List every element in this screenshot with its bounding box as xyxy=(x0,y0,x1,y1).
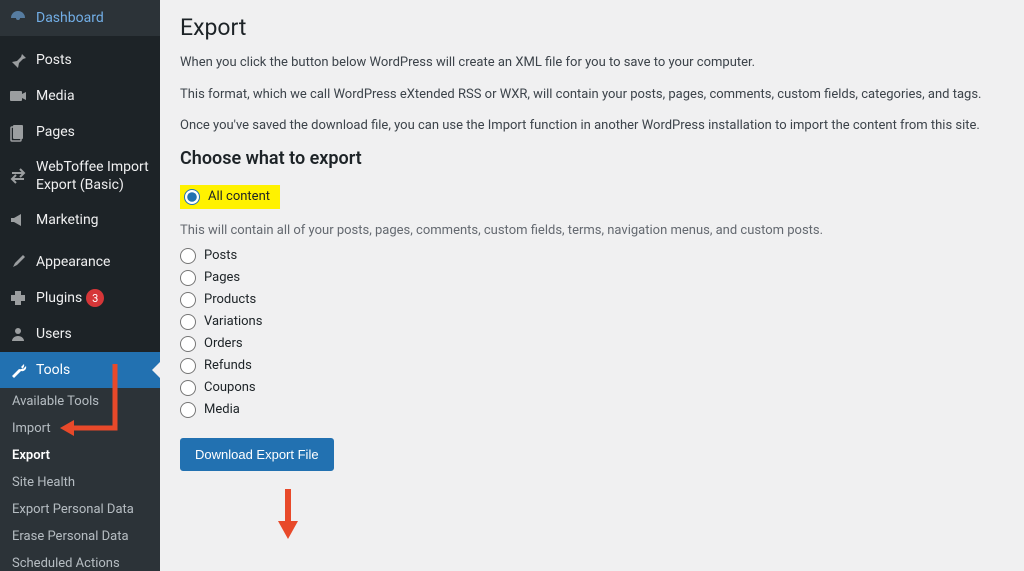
intro-paragraph: This format, which we call WordPress eXt… xyxy=(180,85,1004,105)
sidebar-item-plugins[interactable]: Plugins 3 xyxy=(0,280,160,316)
users-icon xyxy=(8,324,28,344)
pin-icon xyxy=(8,50,28,70)
radio-label[interactable]: Coupons xyxy=(204,380,256,395)
sidebar-item-appearance[interactable]: Appearance xyxy=(0,244,160,280)
megaphone-icon xyxy=(8,210,28,230)
submenu-import[interactable]: Import xyxy=(0,415,160,442)
radio-label[interactable]: Media xyxy=(204,402,240,417)
radio-label[interactable]: Orders xyxy=(204,336,243,351)
import-export-icon xyxy=(8,166,28,186)
download-export-file-button[interactable]: Download Export File xyxy=(180,438,334,471)
sidebar-item-label: Media xyxy=(36,88,75,104)
sidebar-item-dashboard[interactable]: Dashboard xyxy=(0,0,160,36)
radio-variations[interactable] xyxy=(180,314,196,330)
media-icon xyxy=(8,86,28,106)
export-option-pages[interactable]: Pages xyxy=(180,270,1004,286)
sidebar-item-label: Appearance xyxy=(36,254,110,270)
sidebar-item-label: Posts xyxy=(36,52,72,68)
brush-icon xyxy=(8,252,28,272)
radio-orders[interactable] xyxy=(180,336,196,352)
radio-pages[interactable] xyxy=(180,270,196,286)
sidebar-item-label: Plugins xyxy=(36,290,82,306)
admin-sidebar: Dashboard Posts Media Pages WebToffee Im… xyxy=(0,0,160,571)
export-option-media[interactable]: Media xyxy=(180,402,1004,418)
export-option-coupons[interactable]: Coupons xyxy=(180,380,1004,396)
sidebar-item-label: Marketing xyxy=(36,212,99,228)
submenu-export[interactable]: Export xyxy=(0,442,160,469)
sidebar-item-webtoffee[interactable]: WebToffee Import Export (Basic) xyxy=(0,150,160,202)
sidebar-item-media[interactable]: Media xyxy=(0,78,160,114)
plugin-icon xyxy=(8,288,28,308)
radio-label[interactable]: All content xyxy=(208,189,270,204)
radio-label[interactable]: Posts xyxy=(204,248,237,263)
sidebar-item-users[interactable]: Users xyxy=(0,316,160,352)
radio-products[interactable] xyxy=(180,292,196,308)
export-option-orders[interactable]: Orders xyxy=(180,336,1004,352)
sidebar-item-label: WebToffee Import Export (Basic) xyxy=(36,158,152,194)
export-option-refunds[interactable]: Refunds xyxy=(180,358,1004,374)
submenu-export-personal-data[interactable]: Export Personal Data xyxy=(0,496,160,523)
export-option-products[interactable]: Products xyxy=(180,292,1004,308)
dashboard-icon xyxy=(8,8,28,28)
sidebar-item-label: Pages xyxy=(36,124,75,140)
submenu-erase-personal-data[interactable]: Erase Personal Data xyxy=(0,523,160,550)
sidebar-item-label: Dashboard xyxy=(36,10,104,26)
pages-icon xyxy=(8,122,28,142)
all-content-description: This will contain all of your posts, pag… xyxy=(180,223,1004,238)
choose-heading: Choose what to export xyxy=(180,148,1004,169)
radio-refunds[interactable] xyxy=(180,358,196,374)
sidebar-item-label: Tools xyxy=(36,362,70,378)
radio-label[interactable]: Products xyxy=(204,292,256,307)
submenu-available-tools[interactable]: Available Tools xyxy=(0,388,160,415)
export-option-all-content[interactable]: All content xyxy=(180,185,280,209)
radio-label[interactable]: Variations xyxy=(204,314,262,329)
sidebar-item-label: Users xyxy=(36,326,72,342)
radio-all-content[interactable] xyxy=(184,189,200,205)
plugins-update-badge: 3 xyxy=(86,289,104,307)
tools-submenu: Available Tools Import Export Site Healt… xyxy=(0,388,160,571)
export-option-posts[interactable]: Posts xyxy=(180,248,1004,264)
wrench-icon xyxy=(8,360,28,380)
radio-media[interactable] xyxy=(180,402,196,418)
submenu-scheduled-actions[interactable]: Scheduled Actions xyxy=(0,550,160,571)
submenu-site-health[interactable]: Site Health xyxy=(0,469,160,496)
page-title: Export xyxy=(180,14,1004,41)
sidebar-item-pages[interactable]: Pages xyxy=(0,114,160,150)
sidebar-item-posts[interactable]: Posts xyxy=(0,42,160,78)
main-content: Export When you click the button below W… xyxy=(160,0,1024,571)
intro-paragraph: Once you've saved the download file, you… xyxy=(180,116,1004,136)
export-option-variations[interactable]: Variations xyxy=(180,314,1004,330)
radio-label[interactable]: Pages xyxy=(204,270,240,285)
sidebar-item-tools[interactable]: Tools xyxy=(0,352,160,388)
radio-posts[interactable] xyxy=(180,248,196,264)
radio-label[interactable]: Refunds xyxy=(204,358,252,373)
radio-coupons[interactable] xyxy=(180,380,196,396)
sidebar-item-marketing[interactable]: Marketing xyxy=(0,202,160,238)
intro-paragraph: When you click the button below WordPres… xyxy=(180,53,1004,73)
